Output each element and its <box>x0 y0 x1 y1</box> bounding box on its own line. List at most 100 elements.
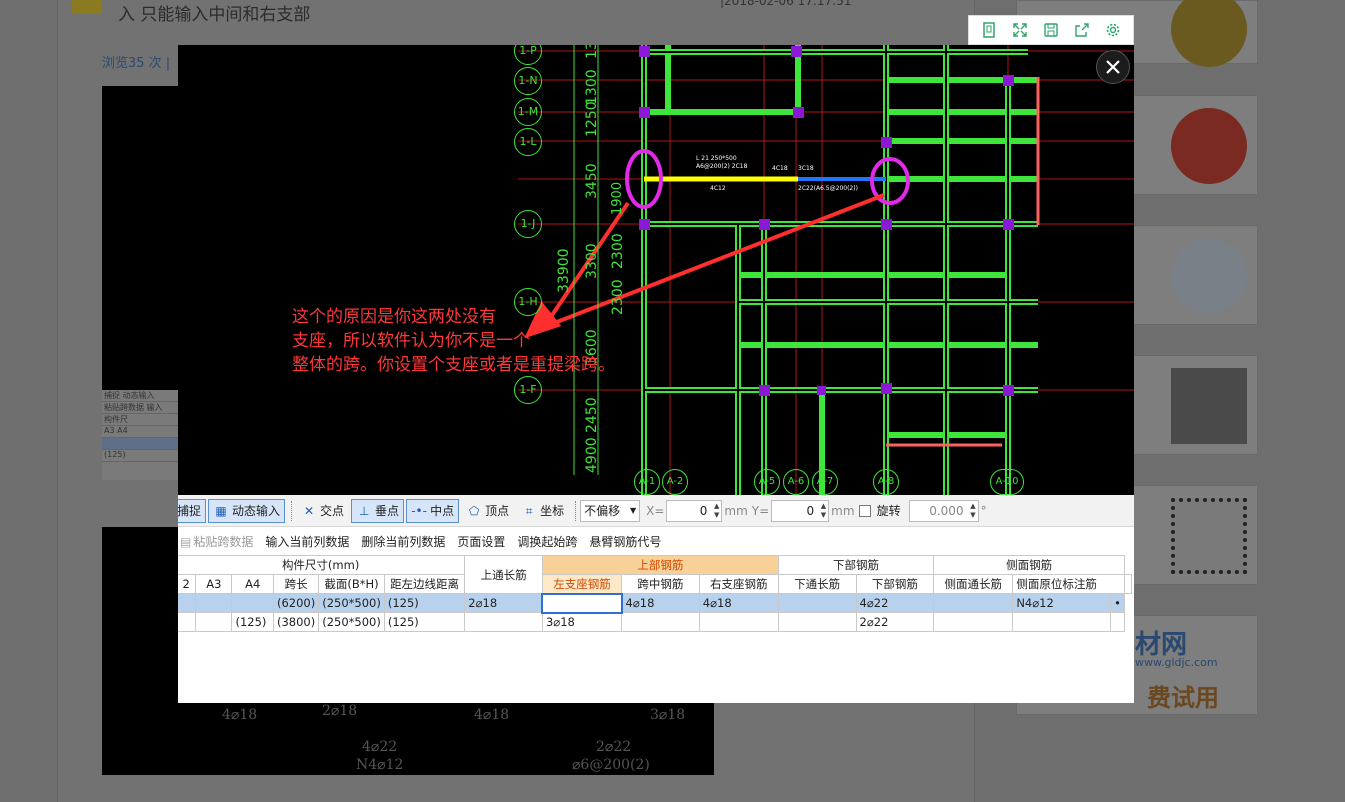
fullscreen-icon[interactable] <box>1008 18 1032 42</box>
col-header: 侧面原位标注筋 <box>1012 574 1125 594</box>
x-coordinate-input[interactable]: 0 ▲ ▼ <box>666 499 723 522</box>
spinner-icon[interactable]: ▲ ▼ <box>821 502 826 520</box>
dim-text: 1300 <box>584 69 600 105</box>
swap-start-span-button[interactable]: 调换起始跨 <box>517 533 577 550</box>
axis-bubble: 1-M <box>514 98 542 126</box>
cell[interactable] <box>777 612 857 632</box>
cell[interactable]: (125) <box>231 612 274 632</box>
strip-row <box>102 438 178 450</box>
ad-promo-text: 费试用 <box>1147 684 1219 712</box>
delete-column-button[interactable]: 删除当前列数据 <box>361 533 445 550</box>
image-viewer-toolbar <box>968 15 1134 45</box>
col-header: A3 <box>195 574 233 594</box>
cell[interactable] <box>621 612 700 632</box>
strip-row: 构件尺 <box>102 414 178 426</box>
dynamic-input-toggle[interactable]: ▦ 动态输入 <box>208 498 286 523</box>
axis-bubble: 1-F <box>514 376 542 404</box>
settings-icon[interactable] <box>1101 18 1125 42</box>
cell[interactable] <box>777 593 857 613</box>
view-count: 浏览35 次 | <box>102 56 171 71</box>
cantilever-code-button[interactable]: 悬臂钢筋代号 <box>589 533 661 550</box>
cell[interactable]: 2⌀22 <box>855 612 935 632</box>
question-meta: |2018-02-06 17:17:51 <box>720 0 852 8</box>
offset-value: 不偏移 <box>584 504 621 518</box>
cell[interactable]: • <box>1110 593 1125 613</box>
beam-label: 4C18 <box>772 165 788 172</box>
rotate-angle-input[interactable]: 0.000 ▲ ▼ <box>908 499 979 522</box>
cell[interactable] <box>178 612 197 632</box>
perpendicular-icon: ⊥ <box>358 503 370 518</box>
cell[interactable] <box>933 612 1014 632</box>
cad-text: ⌀6@200(2) <box>572 757 650 773</box>
vertex-snap[interactable]: ⬠ 顶点 <box>461 499 514 523</box>
intersection-snap[interactable]: ✕ 交点 <box>296 499 349 523</box>
spinner-icon[interactable]: ▲ ▼ <box>970 502 975 520</box>
col-header-left-support: 左支座钢筋 <box>541 574 623 594</box>
cell[interactable]: (125) <box>383 593 466 613</box>
capture-toggle[interactable]: 捕捉 <box>178 498 207 523</box>
cell[interactable] <box>1110 612 1125 632</box>
axis-bubble: 1-N <box>514 67 542 95</box>
cell[interactable] <box>698 612 779 632</box>
cell-editing[interactable] <box>541 592 623 614</box>
cad-text: 3⌀18 <box>650 707 686 723</box>
cell[interactable] <box>178 593 197 613</box>
save-icon[interactable] <box>1039 18 1063 42</box>
cell[interactable] <box>464 612 543 632</box>
axis-bubble: A-1 <box>634 469 660 495</box>
table-row[interactable]: (125) (3800) (250*500) (125) 3⌀18 2⌀22 <box>178 612 1132 632</box>
dynamic-input-icon: ▦ <box>215 503 227 518</box>
cell[interactable] <box>231 593 274 613</box>
annotation-line: 整体的跨。你设置个支座或者是重提梁跨。 <box>292 355 615 375</box>
cad-drawing: 1-P 1-N 1-M 1-L 1-J 1-H 1-F A-1 A-2 A-5 … <box>178 45 1134 495</box>
separator <box>575 500 577 521</box>
side-rebar-group-header: 侧面钢筋 <box>933 555 1125 575</box>
cad-text: 4⌀18 <box>474 707 510 723</box>
group-header-row: 构件尺寸(mm) 上通长筋 上部钢筋 下部钢筋 侧面钢筋 <box>178 555 1132 594</box>
cell[interactable]: (125) <box>383 612 466 632</box>
cell[interactable]: 2⌀18 <box>464 593 543 613</box>
axis-bubble: A-8 <box>873 469 899 495</box>
cell[interactable]: N4⌀12 <box>1012 593 1112 613</box>
cell[interactable] <box>933 593 1014 613</box>
rotate-checkbox[interactable] <box>858 504 871 517</box>
col-header: 跨中钢筋 <box>621 574 700 594</box>
perpendicular-snap[interactable]: ⊥ 垂点 <box>351 498 405 523</box>
dim-text: 2300 <box>610 233 626 269</box>
y-coordinate-input[interactable]: 0 ▲ ▼ <box>771 499 830 522</box>
table-action-bar: ▤ 粘贴跨数据 输入当前列数据 删除当前列数据 页面设置 调换起始跨 悬臂钢筋代号 <box>178 527 1134 555</box>
annotation-line: 这个的原因是你这两处没有 <box>292 307 496 327</box>
midpoint-snap[interactable]: -•- 中点 <box>406 498 460 523</box>
cell[interactable] <box>1012 612 1112 632</box>
page-setup-button[interactable]: 页面设置 <box>457 533 505 550</box>
strip-row: 捕捉 动态输入 <box>102 390 178 402</box>
capture-label: 捕捉 <box>178 504 202 518</box>
offset-select[interactable]: 不偏移 ▼ <box>580 499 641 522</box>
cell[interactable]: 4⌀18 <box>621 593 700 613</box>
x-label: X= <box>646 503 665 518</box>
cell[interactable]: (3800) <box>272 612 320 632</box>
paste-span-button[interactable]: ▤ 粘贴跨数据 <box>180 533 253 550</box>
cell[interactable]: (250*500) <box>318 593 385 613</box>
axis-bubble: A-10 <box>990 469 1024 495</box>
original-size-icon[interactable] <box>977 18 1001 42</box>
cloud-upload-icon <box>1171 238 1247 314</box>
column-header-row: 2 A3 A4 跨长 截面(B*H) 距左边线距离 左支座钢筋 跨中钢筋 右支座… <box>178 574 1132 594</box>
coordinate-snap[interactable]: ⌗ 坐标 <box>516 499 569 523</box>
cell[interactable]: (6200) <box>272 593 320 613</box>
share-icon[interactable] <box>1070 18 1094 42</box>
col-header: 截面(B*H) <box>318 574 385 594</box>
qr-code-icon <box>1171 498 1247 574</box>
cell[interactable]: 3⌀18 <box>541 612 623 632</box>
input-column-button[interactable]: 输入当前列数据 <box>265 533 349 550</box>
question-badge <box>72 0 102 14</box>
cell[interactable]: (250*500) <box>318 612 385 632</box>
cell[interactable]: 4⌀18 <box>698 593 779 613</box>
spinner-icon[interactable]: ▲ ▼ <box>714 502 719 520</box>
close-viewer-button[interactable] <box>1096 50 1130 84</box>
table-row[interactable]: (6200) (250*500) (125) 2⌀18 4⌀18 4⌀18 4⌀… <box>178 592 1132 614</box>
annotation-line: 支座，所以软件认为你不是一个 <box>292 331 530 351</box>
cell[interactable]: 4⌀22 <box>855 593 935 613</box>
cell[interactable] <box>195 593 233 613</box>
cell[interactable] <box>195 612 233 632</box>
